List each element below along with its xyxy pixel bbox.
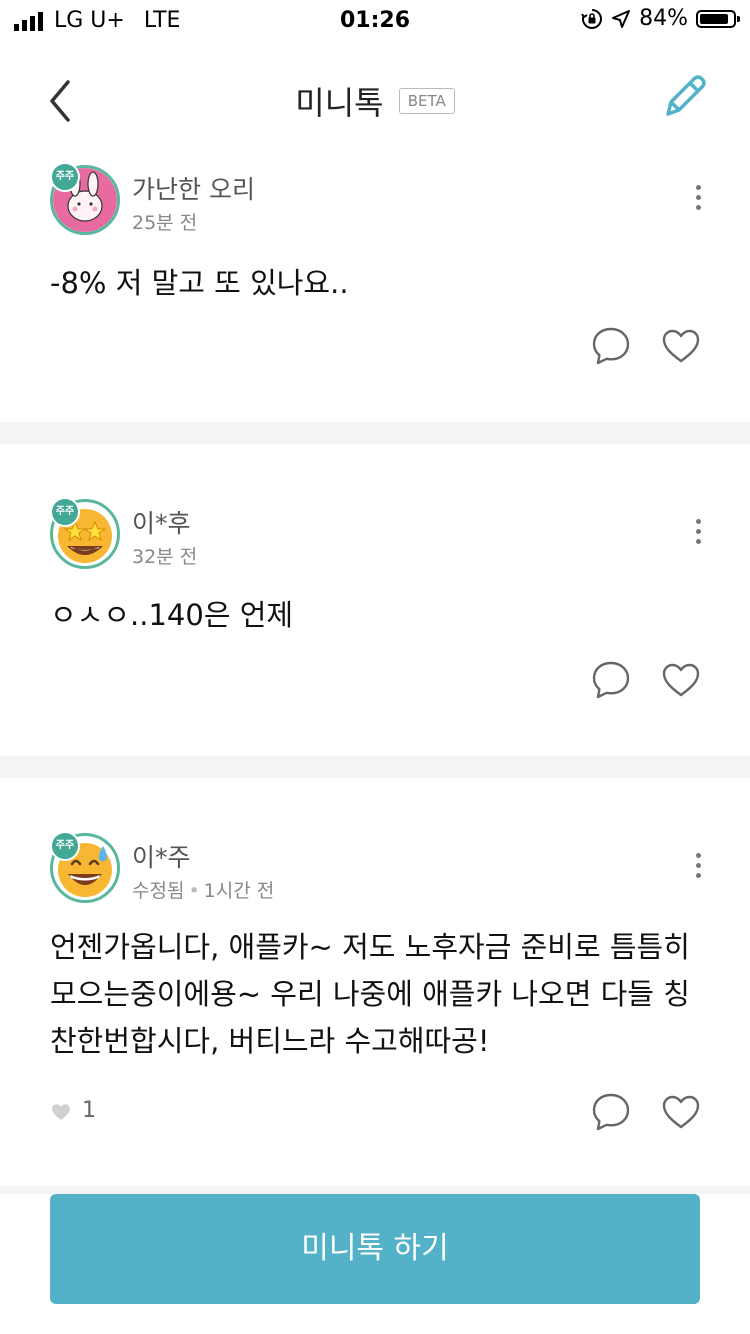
pencil-icon [666,75,706,116]
rotation-lock-icon [581,8,603,29]
shareholder-badge: 주주 [50,162,80,192]
post-time: 1시간 전 [203,880,275,902]
post-divider [0,1186,750,1194]
page-title: 미니톡 [295,84,384,122]
heart-icon [662,1095,700,1129]
more-options-button[interactable] [684,514,712,554]
more-options-button[interactable] [684,848,712,888]
post-content[interactable]: -8% 저 말고 또 있나요.. [50,260,710,307]
heart-icon [662,663,700,697]
like-count: 1 [50,1098,96,1123]
post-time: 25분 전 [132,212,198,234]
post-timestamp: 32분 전 [132,542,197,569]
status-bar: LG U+ LTE 01:26 84% [0,0,750,42]
comment-button[interactable] [590,1091,632,1133]
beta-badge: BETA [398,88,455,114]
filled-heart-icon [52,1103,70,1120]
compose-button[interactable] [658,70,708,124]
like-button[interactable] [660,1091,702,1133]
post-divider [0,756,750,778]
more-options-button[interactable] [684,180,712,220]
post-timestamp: 수정됨 • 1시간 전 [132,880,275,902]
like-button[interactable] [660,659,702,701]
comment-button[interactable] [590,325,632,367]
comment-button[interactable] [590,659,632,701]
status-right: 84% [581,6,740,31]
post-content[interactable]: ㅇㅅㅇ..140은 언제 [50,592,710,639]
post-divider [0,422,750,444]
like-button[interactable] [660,325,702,367]
comment-bubble-icon [592,661,630,699]
comment-bubble-icon [592,1093,630,1131]
page-title-wrap: 미니톡 BETA [0,78,750,124]
comment-bubble-icon [592,327,630,365]
write-minitalk-button[interactable]: 미니톡 하기 [50,1194,700,1304]
top-nav-bar: 미니톡 BETA [0,42,750,154]
shareholder-badge: 주주 [50,497,80,527]
location-arrow-icon [612,9,631,28]
post-timestamp: 25분 전 [132,208,197,235]
post-time: 32분 전 [132,546,198,568]
battery-percent: 84% [639,6,688,31]
heart-icon [662,329,700,363]
like-count-value: 1 [82,1098,96,1123]
post-edited-label: 수정됨 [132,880,185,902]
post-content[interactable]: 언젠가옵니다, 애플카~ 저도 노후자금 준비로 틈틈히 모으는중이에용~ 우리… [50,924,710,1065]
post-author[interactable]: 가난한 오리 [132,170,255,206]
shareholder-badge: 주주 [50,831,80,861]
post-author[interactable]: 이*후 [132,504,191,540]
post-author[interactable]: 이*주 [132,838,191,874]
battery-icon [696,9,740,28]
